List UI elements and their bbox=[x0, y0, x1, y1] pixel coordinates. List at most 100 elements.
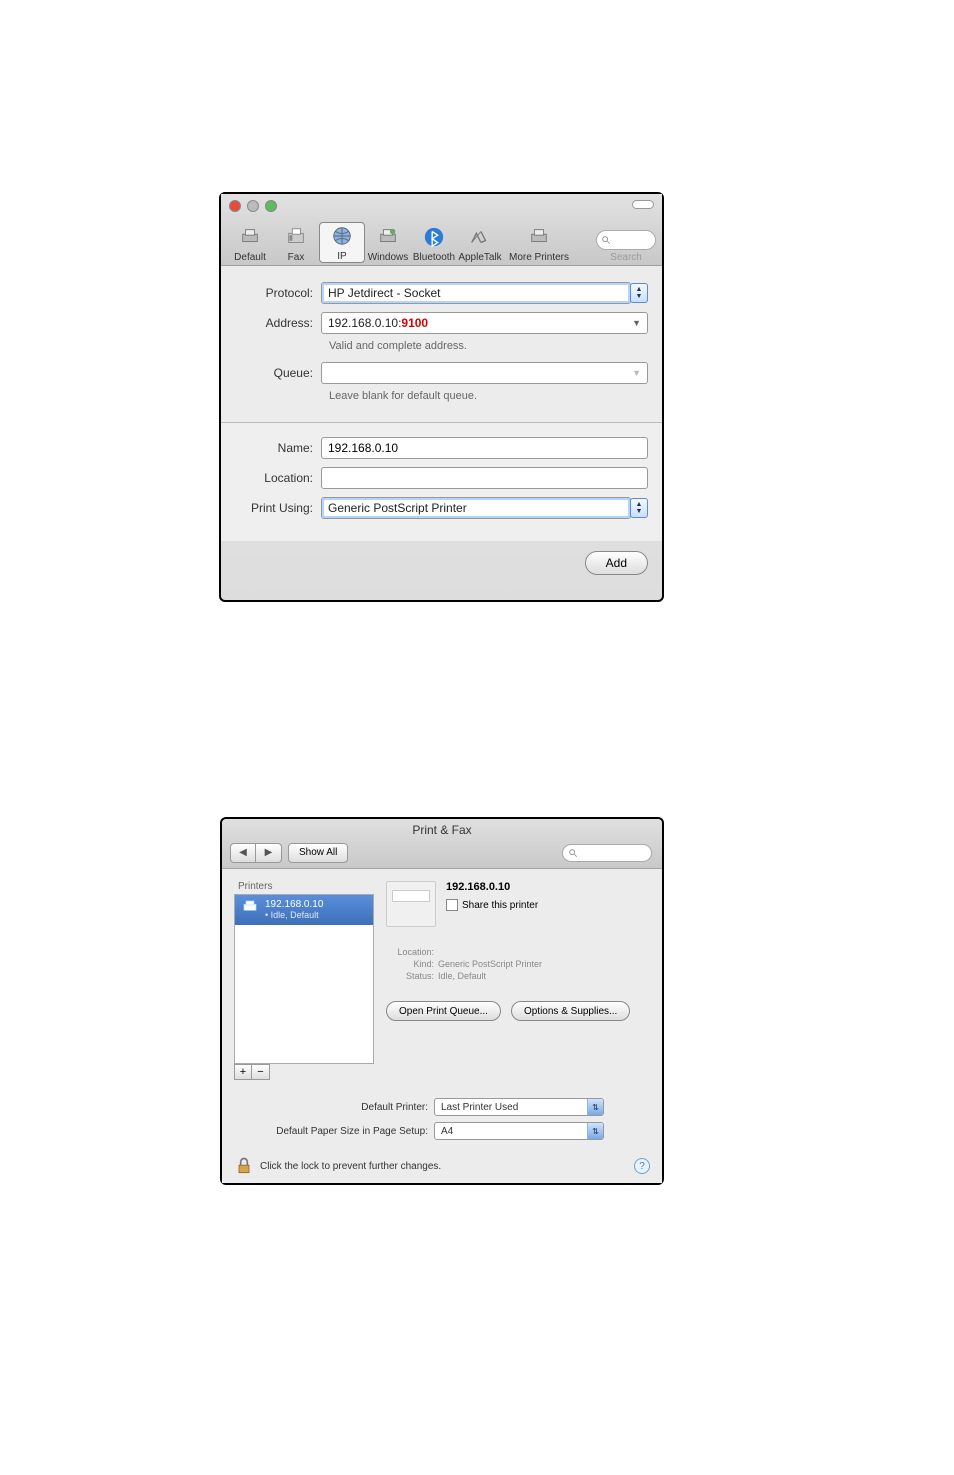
default-printer-label: Default Printer: bbox=[234, 1102, 434, 1113]
fax-icon bbox=[285, 226, 307, 248]
remove-printer-button[interactable]: − bbox=[252, 1064, 270, 1080]
open-print-queue-button[interactable]: Open Print Queue... bbox=[386, 1001, 501, 1021]
search-icon bbox=[568, 848, 578, 858]
location-label: Location: bbox=[235, 471, 321, 485]
traffic-lights bbox=[229, 200, 277, 212]
options-supplies-button[interactable]: Options & Supplies... bbox=[511, 1001, 630, 1021]
print-using-value: Generic PostScript Printer bbox=[328, 501, 467, 515]
printer-meta: Location: Kind:Generic PostScript Printe… bbox=[390, 947, 650, 981]
address-value: 192.168.0.10:9100 bbox=[328, 316, 428, 330]
address-label: Address: bbox=[235, 316, 321, 330]
show-all-label: Show All bbox=[299, 847, 337, 858]
add-printer-toolbar: Default Fax IP Windows Bluetooth AppleTa… bbox=[221, 194, 662, 266]
printers-sidebar: Printers 192.168.0.10 • Idle, Default + … bbox=[234, 881, 374, 1080]
toolbar-item-label: Windows bbox=[368, 252, 409, 263]
toolbar-item-label: Bluetooth bbox=[413, 252, 455, 263]
queue-label: Queue: bbox=[235, 366, 321, 380]
lock-row: Click the lock to prevent further change… bbox=[234, 1156, 650, 1176]
default-paper-value: A4 bbox=[441, 1126, 453, 1137]
default-paper-popup[interactable]: A4 ⇅ bbox=[434, 1122, 604, 1140]
toolbar-item-bluetooth[interactable]: Bluetooth bbox=[411, 224, 457, 263]
toolbar-item-fax[interactable]: Fax bbox=[273, 224, 319, 263]
queue-helper: Leave blank for default queue. bbox=[329, 390, 648, 402]
printer-item-name: 192.168.0.10 bbox=[265, 899, 323, 910]
add-remove-buttons: + − bbox=[234, 1064, 374, 1080]
bluetooth-icon bbox=[423, 226, 445, 248]
ip-config-panel: Protocol: HP Jetdirect - Socket ▲▼ Addre… bbox=[221, 266, 662, 422]
name-value: 192.168.0.10 bbox=[328, 441, 398, 455]
show-all-button[interactable]: Show All bbox=[288, 843, 348, 863]
print-using-label: Print Using: bbox=[235, 501, 321, 515]
default-printer-value: Last Printer Used bbox=[441, 1102, 518, 1113]
default-settings: Default Printer: Last Printer Used ⇅ Def… bbox=[234, 1098, 650, 1140]
toolbar-item-appletalk[interactable]: AppleTalk bbox=[457, 224, 503, 263]
search-input[interactable] bbox=[562, 844, 652, 862]
printer-item-status: • Idle, Default bbox=[265, 910, 323, 921]
forward-button[interactable]: ▶ bbox=[256, 843, 282, 863]
printer-icon bbox=[528, 226, 550, 248]
add-button[interactable]: Add bbox=[585, 551, 648, 575]
titlebar: Print & Fax ◀ ▶ Show All bbox=[222, 819, 662, 869]
close-icon[interactable] bbox=[229, 200, 241, 212]
windows-printer-icon bbox=[377, 226, 399, 248]
default-printer-popup[interactable]: Last Printer Used ⇅ bbox=[434, 1098, 604, 1116]
toolbar-item-label: More Printers bbox=[509, 252, 569, 263]
address-combobox[interactable]: 192.168.0.10:9100 ▼ bbox=[321, 312, 648, 334]
toolbar-item-default[interactable]: Default bbox=[227, 224, 273, 263]
toolbar-item-label: Fax bbox=[288, 252, 305, 263]
toolbar-item-more-printers[interactable]: More Printers bbox=[503, 224, 575, 263]
queue-combobox[interactable]: ▼ bbox=[321, 362, 648, 384]
stepper-icon[interactable]: ▲▼ bbox=[630, 498, 648, 518]
meta-status-label: Status: bbox=[390, 971, 434, 981]
default-paper-label: Default Paper Size in Page Setup: bbox=[234, 1126, 434, 1137]
chevron-down-icon[interactable]: ▼ bbox=[632, 318, 641, 328]
toolbar-toggle-icon[interactable] bbox=[632, 200, 654, 209]
printers-list[interactable]: 192.168.0.10 • Idle, Default bbox=[234, 894, 374, 1064]
protocol-select[interactable]: HP Jetdirect - Socket bbox=[321, 282, 631, 304]
print-and-fax-window: Print & Fax ◀ ▶ Show All Printers 192.16… bbox=[220, 817, 664, 1185]
add-printer-button[interactable]: + bbox=[234, 1064, 252, 1080]
search-icon bbox=[601, 235, 611, 245]
printer-list-item[interactable]: 192.168.0.10 • Idle, Default bbox=[235, 895, 373, 925]
prefs-body: Printers 192.168.0.10 • Idle, Default + … bbox=[222, 869, 662, 1183]
printer-icon bbox=[241, 899, 259, 915]
detail-printer-name: 192.168.0.10 bbox=[446, 881, 538, 893]
help-icon[interactable]: ? bbox=[634, 1158, 650, 1174]
chevron-down-icon[interactable]: ▼ bbox=[632, 368, 641, 378]
toolbar-item-windows[interactable]: Windows bbox=[365, 224, 411, 263]
share-printer-label: Share this printer bbox=[462, 900, 538, 911]
meta-kind-value: Generic PostScript Printer bbox=[438, 959, 542, 969]
globe-icon bbox=[331, 225, 353, 247]
lock-icon[interactable] bbox=[234, 1156, 254, 1176]
toolbar-item-label: AppleTalk bbox=[458, 252, 501, 263]
protocol-value: HP Jetdirect - Socket bbox=[328, 286, 441, 300]
toolbar-search: Search bbox=[596, 230, 656, 263]
chevron-updown-icon: ⇅ bbox=[587, 1123, 603, 1139]
appletalk-icon bbox=[469, 226, 491, 248]
chevron-updown-icon: ⇅ bbox=[587, 1099, 603, 1115]
zoom-icon[interactable] bbox=[265, 200, 277, 212]
print-using-select[interactable]: Generic PostScript Printer bbox=[321, 497, 631, 519]
printer-info-panel: Name: 192.168.0.10 Location: Print Using… bbox=[221, 422, 662, 541]
name-label: Name: bbox=[235, 441, 321, 455]
name-field[interactable]: 192.168.0.10 bbox=[321, 437, 648, 459]
printer-image bbox=[386, 881, 436, 927]
address-helper: Valid and complete address. bbox=[329, 340, 648, 352]
share-printer-checkbox[interactable] bbox=[446, 899, 458, 911]
search-label: Search bbox=[596, 252, 656, 263]
toolbar-item-ip[interactable]: IP bbox=[319, 222, 365, 263]
nav-buttons: ◀ ▶ bbox=[230, 843, 282, 863]
toolbar-item-label: Default bbox=[234, 252, 266, 263]
add-button-label: Add bbox=[606, 556, 627, 570]
location-field[interactable] bbox=[321, 467, 648, 489]
printers-heading: Printers bbox=[234, 881, 374, 894]
options-supplies-label: Options & Supplies... bbox=[524, 1006, 617, 1017]
stepper-icon[interactable]: ▲▼ bbox=[630, 283, 648, 303]
minimize-icon[interactable] bbox=[247, 200, 259, 212]
search-input[interactable] bbox=[596, 230, 656, 250]
back-button[interactable]: ◀ bbox=[230, 843, 256, 863]
protocol-label: Protocol: bbox=[235, 286, 321, 300]
button-bar: Add bbox=[221, 541, 662, 585]
open-print-queue-label: Open Print Queue... bbox=[399, 1006, 488, 1017]
toolbar-item-label: IP bbox=[337, 251, 346, 262]
